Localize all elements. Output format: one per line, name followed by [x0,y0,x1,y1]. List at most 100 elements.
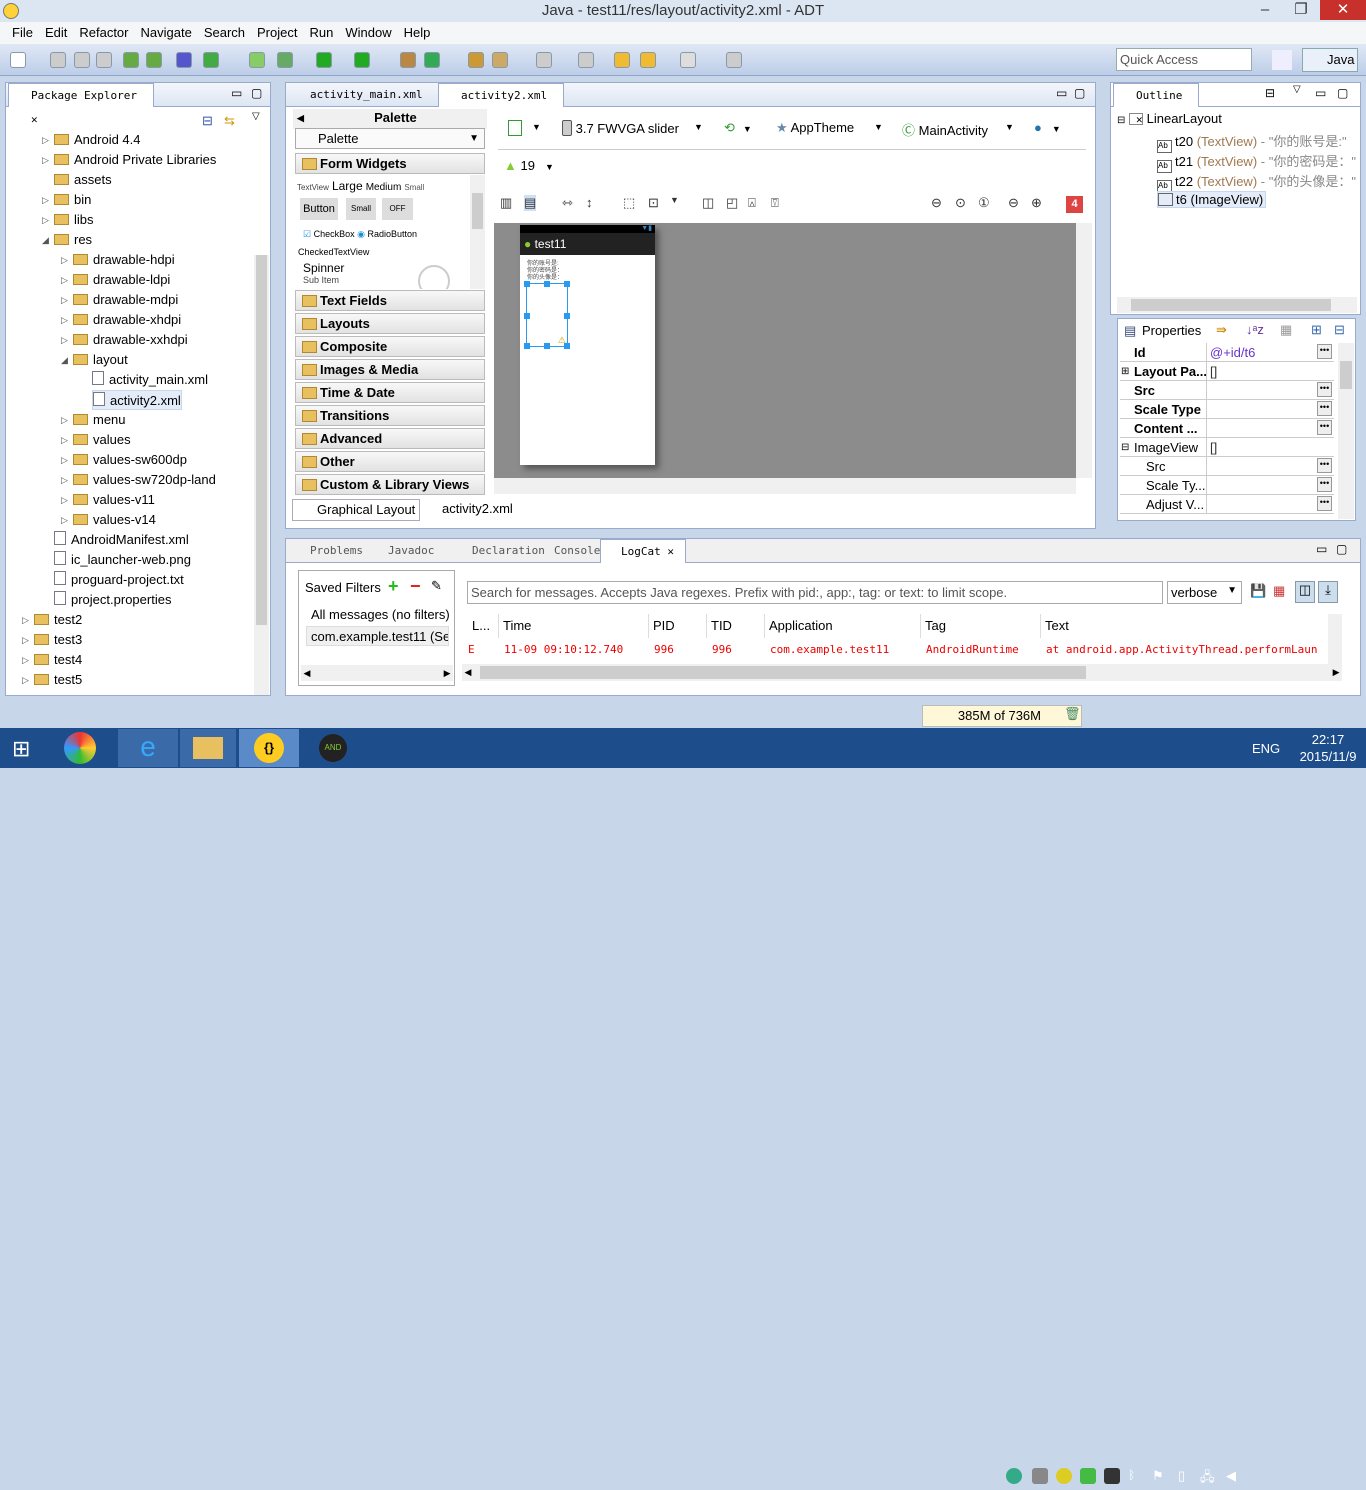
palette-medium[interactable]: Medium [366,182,402,193]
skip-breakpoints-icon[interactable] [176,52,192,68]
toggle-filters-icon[interactable]: ◫ [1295,581,1315,603]
tree-item[interactable]: ▷ libs [42,210,94,230]
palette-category[interactable]: Advanced [295,428,485,449]
palette-spinner[interactable]: Spinner [303,261,344,275]
palette-category[interactable]: Other [295,451,485,472]
tree-item[interactable]: ▷ drawable-xxhdpi [61,330,188,350]
package-explorer-scrollbar[interactable] [254,255,269,695]
debug-icon[interactable] [277,52,293,68]
collapse-all-icon[interactable]: ⊟ [1334,322,1345,338]
expand-arrow-icon[interactable]: ▷ [61,310,68,330]
minimize-icon[interactable]: ▭ [1316,542,1327,556]
imageview-t6-selection[interactable]: ⚠ [524,281,570,349]
garbage-collect-icon[interactable]: 🗑 [1064,706,1081,722]
browse-button[interactable]: ••• [1317,344,1332,359]
minimize-icon[interactable]: ▭ [231,86,242,100]
canvas-horizontal-scrollbar[interactable] [494,478,1076,494]
column-header[interactable]: PID [648,614,706,638]
expand-arrow-icon[interactable]: ▷ [61,510,68,530]
layout-horizontal-icon[interactable]: ▥ [500,195,512,211]
menu-file[interactable]: File [6,22,39,44]
expand-arrow-icon[interactable]: ▷ [61,250,68,270]
remove-filter-icon[interactable]: − [410,576,421,597]
internet-explorer-icon[interactable]: e [118,729,178,767]
tab-javadoc[interactable]: Javadoc [368,539,442,563]
maximize-icon[interactable]: ▢ [251,86,262,100]
margins-icon[interactable]: ⬚ [623,195,635,211]
close-icon[interactable]: ✕ [31,113,38,126]
android-avd-icon[interactable]: AND [310,729,356,767]
palette-category[interactable]: Custom & Library Views [295,474,485,495]
menu-search[interactable]: Search [198,22,251,44]
expand-icon[interactable]: ⊞ [1121,362,1129,381]
log-cell[interactable]: 996 [654,640,674,660]
expand-arrow-icon[interactable]: ▷ [61,330,68,350]
logcat-search-input[interactable]: Search for messages. Accepts Java regexe… [467,581,1163,604]
log-cell[interactable]: 996 [712,640,732,660]
tree-item[interactable]: ▷ Android 4.4 [42,130,141,150]
tab-outline[interactable]: Outline ✕ [1113,83,1199,126]
open-perspective-button[interactable] [1272,50,1292,70]
assign-weight-icon[interactable]: ⍔ [771,195,779,211]
browse-button[interactable]: ••• [1317,401,1332,416]
tree-item[interactable]: activity2.xml [92,390,182,410]
tab-console[interactable]: Console [534,539,608,563]
outline-horizontal-scrollbar[interactable] [1117,297,1357,313]
zoom-real-icon[interactable]: ⊙ [955,195,966,211]
browse-button[interactable]: ••• [1317,496,1332,511]
menu-window[interactable]: Window [339,22,397,44]
api-level-dropdown[interactable]: ▲ 19 ▼ [504,158,564,173]
property-row[interactable]: Content ... ••• [1120,419,1334,438]
tree-item[interactable]: ic_launcher-web.png [54,550,191,570]
tree-item[interactable]: ▷ drawable-ldpi [61,270,170,290]
canvas-vertical-scrollbar[interactable] [1076,223,1092,478]
baseline-icon[interactable]: ⍓ [748,195,756,211]
back-icon[interactable] [640,52,656,68]
tree-item[interactable]: ▷ values-v14 [61,510,156,530]
outline-item[interactable]: Ab t22 (TextView) - "你的头像是：" [1157,171,1356,193]
collapse-icon[interactable]: ⊟ [1121,438,1129,457]
clear-weights-icon[interactable]: ◰ [726,195,738,211]
palette-small-button[interactable]: Small [346,198,376,220]
tab-activity-main[interactable]: activity_main.xml [288,83,438,107]
layout-vertical-icon[interactable]: ▤ [524,195,537,211]
flag-icon[interactable]: ⚑ [1152,1468,1168,1484]
fill-height-icon[interactable]: ↕ [586,195,593,210]
menu-run[interactable]: Run [303,22,339,44]
tree-item[interactable]: project.properties [54,590,171,610]
last-edit-icon[interactable] [614,52,630,68]
properties-scrollbar[interactable] [1338,343,1354,519]
property-value[interactable]: [] [1210,438,1217,457]
zoom-in-icon[interactable]: ⊕ [1031,195,1042,211]
tree-item[interactable]: ▷ test4 [22,650,82,670]
orientation-dropdown[interactable]: ⟲ ▼ [724,120,764,136]
run-icon[interactable] [316,52,332,68]
tree-item[interactable]: ▷ values-sw600dp [61,450,187,470]
property-row[interactable]: Scale Ty... ••• [1120,476,1334,495]
close-button[interactable]: ✕ [1320,0,1366,20]
collapse-icon[interactable]: ⊟ [1265,86,1275,100]
textview-t21[interactable]: 你的密码是： [527,268,655,275]
expand-arrow-icon[interactable]: ▷ [22,610,29,630]
column-header[interactable]: TID [706,614,764,638]
property-value[interactable]: [] [1210,362,1217,381]
language-indicator[interactable]: ENG [1252,741,1280,756]
sdk-manager-icon[interactable] [123,52,139,68]
column-header[interactable]: Text [1040,614,1332,638]
palette-dropdown[interactable]: Palette ▼ [295,128,485,149]
battery-icon[interactable]: ▯ [1178,1468,1194,1484]
outline-item[interactable]: Ab t20 (TextView) - "你的账号是:" [1157,131,1347,153]
maximize-icon[interactable]: ▢ [1336,542,1347,556]
link-editor-icon[interactable]: ⇆ [224,113,235,129]
menu-help[interactable]: Help [398,22,437,44]
log-cell[interactable]: E [468,640,475,660]
property-row[interactable]: Scale Type ••• [1120,400,1334,419]
menu-refactor[interactable]: Refactor [73,22,134,44]
browse-button[interactable]: ••• [1317,382,1332,397]
minimize-icon[interactable]: ▭ [1056,86,1067,100]
add-filter-icon[interactable]: + [388,576,399,597]
expand-arrow-icon[interactable]: ▷ [61,490,68,510]
avd-manager-icon[interactable] [146,52,162,68]
tab-activity2[interactable]: activity2.xml ✕ [438,83,564,126]
palette-radio[interactable]: RadioButton [368,229,418,239]
